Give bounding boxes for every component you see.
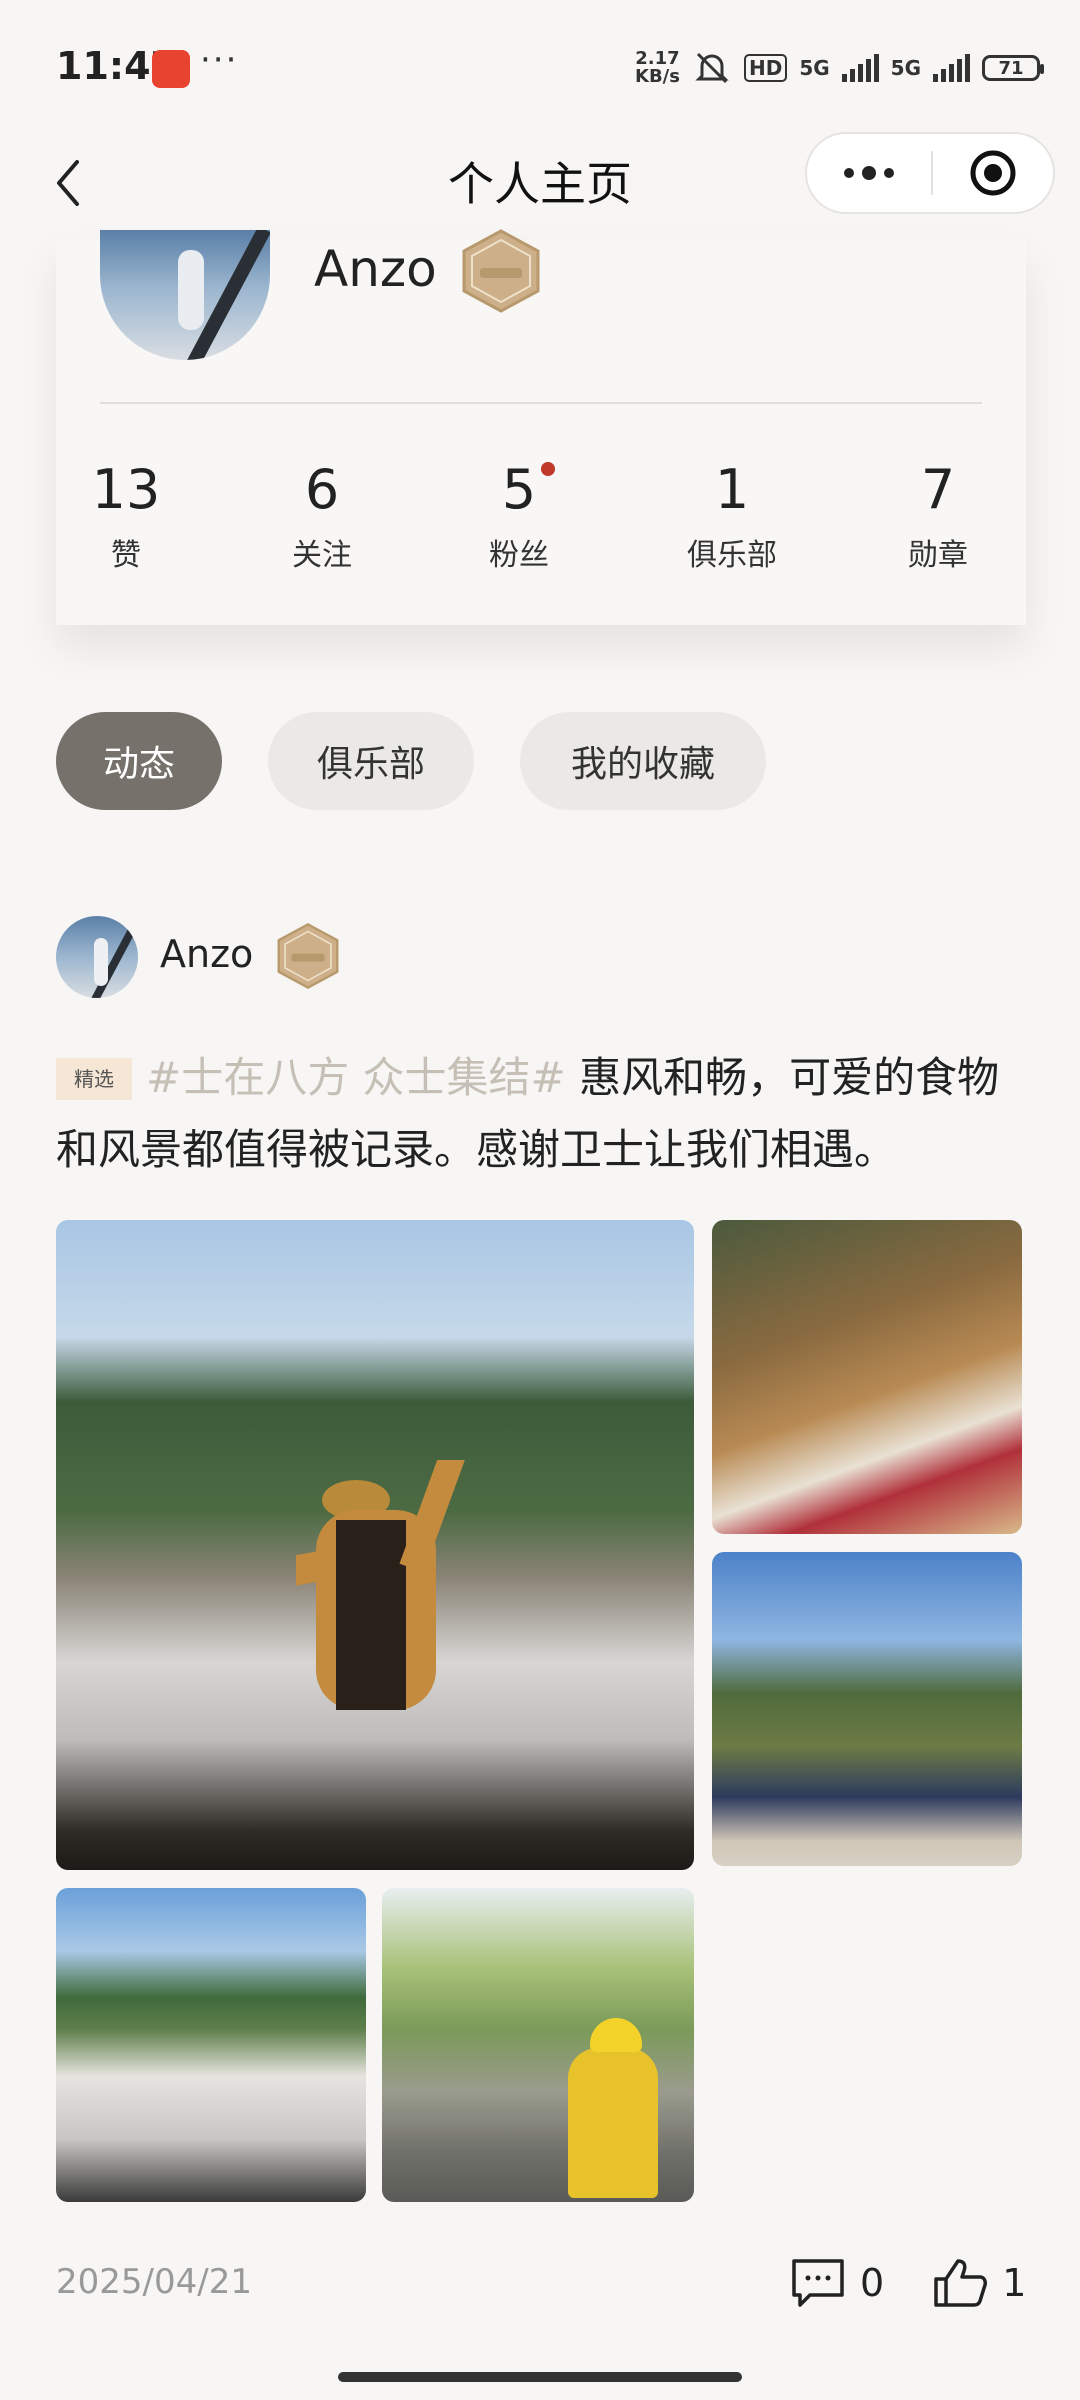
stat-label: 关注: [292, 538, 352, 573]
person-figure: [296, 1460, 476, 1710]
comment-count: 0: [860, 2261, 885, 2305]
post-photo-forest[interactable]: [382, 1888, 694, 2202]
tab-clubs[interactable]: 俱乐部: [268, 712, 474, 810]
card-divider: [100, 402, 982, 404]
nav-bar: 个人主页: [0, 130, 1080, 240]
profile-name: Anzo: [314, 240, 437, 298]
stat-value: 1: [714, 458, 750, 521]
thumbs-up-icon: [934, 2259, 988, 2307]
like-button[interactable]: 1: [932, 2257, 1026, 2309]
author-badge-icon: [277, 923, 339, 989]
comment-button[interactable]: 0: [790, 2257, 884, 2309]
more-dots-icon: [844, 166, 894, 180]
stat-label: 粉丝: [489, 538, 549, 573]
status-more: ···: [200, 40, 239, 80]
miniprogram-capsule: [805, 132, 1055, 214]
app-notification-icon: [152, 50, 190, 88]
post-photo-main[interactable]: [56, 1220, 694, 1870]
network-speed: 2.17 KB/s: [635, 48, 680, 87]
post-photo-food[interactable]: [712, 1220, 1022, 1534]
post-photo-group[interactable]: [712, 1552, 1022, 1866]
post-actions: 0 1: [790, 2248, 1026, 2318]
stat-label: 俱乐部: [687, 538, 777, 573]
stat-label: 赞: [111, 538, 141, 573]
post-date: 2025/04/21: [56, 2262, 252, 2302]
stat-value: 7: [920, 458, 956, 521]
stat-medals[interactable]: 7 勋章: [868, 460, 1008, 574]
stat-value: 6: [304, 458, 340, 521]
post-photo-hills[interactable]: [56, 1888, 366, 2202]
mute-icon: [695, 52, 729, 84]
stat-following[interactable]: 6 关注: [252, 460, 392, 574]
post-hashtag[interactable]: #士在八方 众士集结#: [146, 1053, 566, 1102]
stat-fans[interactable]: 5 粉丝: [449, 460, 589, 574]
signal-1-icon: [841, 54, 879, 82]
avatar[interactable]: [100, 230, 270, 360]
tab-moments[interactable]: 动态: [56, 712, 222, 810]
battery-level: 71: [998, 57, 1024, 79]
sim2-label: 5G: [890, 56, 921, 80]
stats-row: 13 赞 6 关注 5 粉丝 1 俱乐部 7 勋章: [56, 460, 1026, 600]
profile-card: Anzo 13 赞 6 关注 5 粉丝 1 俱乐部 7 勋章: [56, 229, 1026, 625]
new-fans-dot: [541, 462, 555, 476]
sim1-label: 5G: [799, 56, 830, 80]
stat-value: 5: [501, 458, 537, 521]
post-content[interactable]: 精选 #士在八方 众士集结# 惠风和畅，可爱的食物和风景都值得被记录。感谢卫士让我…: [56, 1042, 1026, 1186]
close-miniprogram-button[interactable]: [933, 134, 1053, 212]
stat-likes[interactable]: 13 赞: [56, 460, 196, 574]
stat-value: 13: [91, 458, 161, 521]
status-icons: 2.17 KB/s HD 5G 5G 71: [635, 46, 1044, 90]
home-indicator[interactable]: [338, 2372, 742, 2382]
stat-label: 勋章: [908, 538, 968, 573]
target-close-icon: [970, 150, 1016, 196]
owner-badge-icon: [462, 229, 540, 313]
post-author-avatar[interactable]: [56, 916, 138, 998]
battery-icon: 71: [982, 55, 1044, 81]
stat-clubs[interactable]: 1 俱乐部: [662, 460, 802, 574]
status-bar: 11:47 ··· 2.17 KB/s HD 5G 5G 71: [0, 0, 1080, 130]
post-author-name[interactable]: Anzo: [160, 932, 253, 976]
tab-favorites[interactable]: 我的收藏: [520, 712, 766, 810]
like-count: 1: [1002, 2261, 1027, 2305]
featured-tag: 精选: [56, 1058, 132, 1100]
hd-label: HD: [743, 54, 788, 82]
more-button[interactable]: [807, 134, 931, 212]
signal-2-icon: [933, 54, 970, 82]
comment-icon: [792, 2259, 844, 2307]
